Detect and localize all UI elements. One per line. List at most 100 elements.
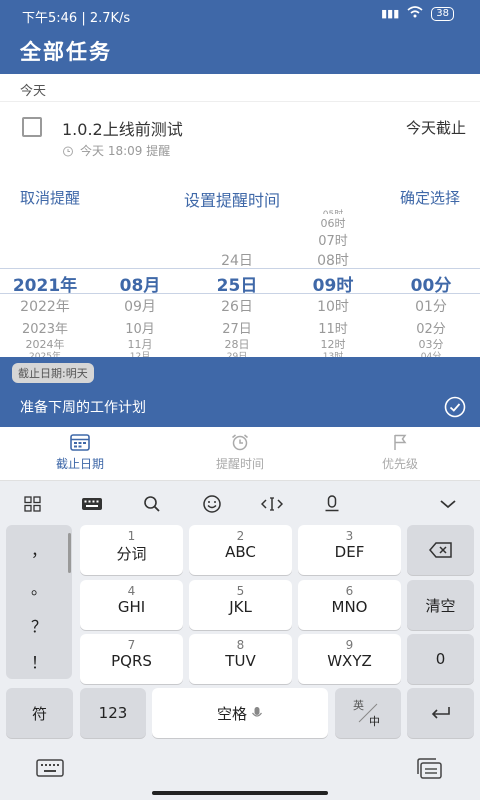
key-9[interactable]: 9 WXYZ [298,634,401,684]
key-2[interactable]: 2 ABC [189,525,292,575]
deadline-option-label: 截止日期 [55,457,104,471]
status-time: 下午5:46 | 2.7K/s [22,11,131,26]
slash-icon [358,703,378,723]
hour-item[interactable]: 11时 [293,318,373,337]
task-deadline: 今天截止 [405,119,466,137]
search-icon[interactable] [137,493,167,515]
year-item[interactable]: 2023年 [5,318,85,337]
clipboard-icon[interactable] [416,758,444,784]
key-letters: WXYZ [327,652,372,670]
keyboard-layout-icon[interactable] [77,493,107,515]
key-number: 7 [127,638,136,652]
alarm-icon [63,146,73,156]
year-column[interactable]: 2021年 2022年 2023年 2024年 2025年 [5,169,85,357]
enter-key[interactable] [407,688,474,738]
calendar-icon [70,434,90,451]
zero-key[interactable]: 0 [407,634,474,684]
priority-option[interactable]: 优先级 [350,433,450,472]
key-8[interactable]: 8 TUV [189,634,292,684]
task-reminder-text: 今天 18:09 提醒 [80,144,171,158]
key-number: 1 [127,529,136,543]
key-number: 9 [345,638,354,652]
deadline-option[interactable]: 截止日期 [30,433,130,472]
key-letters: GHI [117,598,146,616]
key-4[interactable]: 4 GHI [80,580,183,630]
punct-key[interactable]: ， [6,537,72,561]
year-item-selected[interactable]: 2021年 [5,271,85,296]
home-indicator[interactable] [152,791,328,795]
day-item[interactable]: 29日 [197,349,277,357]
backspace-icon [428,542,452,558]
grid-menu-icon[interactable] [18,493,48,515]
key-number: 4 [127,584,136,598]
key-6[interactable]: 6 MNO [298,580,401,630]
minute-item[interactable]: 02分 [391,318,471,337]
month-item-selected[interactable]: 08月 [100,271,180,296]
key-5[interactable]: 5 JKL [189,580,292,630]
key-number: 6 [345,584,354,598]
flag-icon [394,434,407,450]
symbol-key[interactable]: 符 [6,688,73,738]
key-letters: PQRS [111,652,152,670]
key-7[interactable]: 7 PQRS [80,634,183,684]
year-item[interactable]: 2022年 [5,296,85,316]
voice-icon[interactable] [317,493,347,515]
task-title: 1.0.2上线前测试 [62,120,183,139]
punct-key[interactable]: ？ [6,613,72,637]
key-number: 5 [236,584,245,598]
key-letters: JKL [229,598,252,616]
minute-item[interactable]: 01分 [391,296,471,316]
space-label: 空格 [216,704,247,723]
app-header: 下午5:46 | 2.7K/s ▮▮▮ 38 全部任务 [0,0,480,74]
hour-item-selected[interactable]: 09时 [293,271,373,296]
collapse-keyboard-icon[interactable] [433,493,463,515]
month-item[interactable]: 09月 [100,296,180,316]
reminder-option[interactable]: 提醒时间 [190,433,290,472]
key-3[interactable]: 3 DEF [298,525,401,575]
backspace-key[interactable] [407,525,474,575]
key-number: 3 [345,529,354,543]
minute-item-selected[interactable]: 00分 [391,271,471,296]
task-checkbox[interactable] [22,117,42,137]
month-item[interactable]: 10月 [100,318,180,337]
key-letters: ABC [225,543,256,561]
due-date-chip[interactable]: 截止日期:明天 [12,363,94,383]
hour-item[interactable]: 13时 [293,349,373,357]
clear-key[interactable]: 清空 [407,580,474,630]
battery-icon: 38 [431,6,454,21]
hour-item[interactable]: 10时 [293,296,373,316]
day-item-selected[interactable]: 25日 [197,271,277,296]
month-item[interactable]: 12月 [100,349,180,357]
minute-item[interactable]: 04分 [391,349,471,357]
hour-item[interactable]: 08时 [293,250,373,270]
key-1[interactable]: 1 分词 [80,525,183,575]
punctuation-scrollbar[interactable] [68,533,71,573]
cursor-move-icon[interactable] [257,493,287,515]
punct-key[interactable]: ！ [6,649,72,673]
minute-column[interactable]: 00分 01分 02分 03分 04分 [391,169,471,357]
emoji-icon[interactable] [197,493,227,515]
keyboard-switch-icon[interactable] [36,759,64,783]
new-task-input-area: 截止日期:明天 准备下周的工作计划 [0,357,480,427]
num-key[interactable]: 123 [80,688,146,738]
hour-column[interactable]: 05时 06时 07时 08时 09时 10时 11时 12时 13时 [293,169,373,357]
day-item[interactable]: 24日 [197,250,277,270]
year-item[interactable]: 2025年 [5,349,85,357]
signal-icon: ▮▮▮ [381,7,400,20]
day-column[interactable]: 24日 25日 26日 27日 28日 29日 [197,169,277,357]
language-switch-key[interactable]: 英 中 [335,688,401,738]
submit-check-icon[interactable] [444,396,466,422]
hour-item[interactable]: 06时 [293,215,373,231]
task-row[interactable]: 1.0.2上线前测试 今天截止 今天 18:09 提醒 [0,101,480,169]
day-item[interactable]: 26日 [197,296,277,316]
space-key[interactable]: 空格 [152,688,328,738]
month-column[interactable]: 08月 09月 10月 11月 12月 [100,169,180,357]
task-input[interactable]: 准备下周的工作计划 [20,397,146,417]
hour-item[interactable]: 05时 [293,207,373,214]
punctuation-strip[interactable]: ， 。 ？ ！ [6,525,72,679]
reminder-time-picker: 取消提醒 设置提醒时间 确定选择 2021年 2022年 2023年 2024年… [0,169,480,357]
punct-key[interactable]: 。 [6,575,72,599]
status-icons: ▮▮▮ 38 [381,6,454,21]
day-item[interactable]: 27日 [197,318,277,337]
hour-item[interactable]: 07时 [293,230,373,249]
